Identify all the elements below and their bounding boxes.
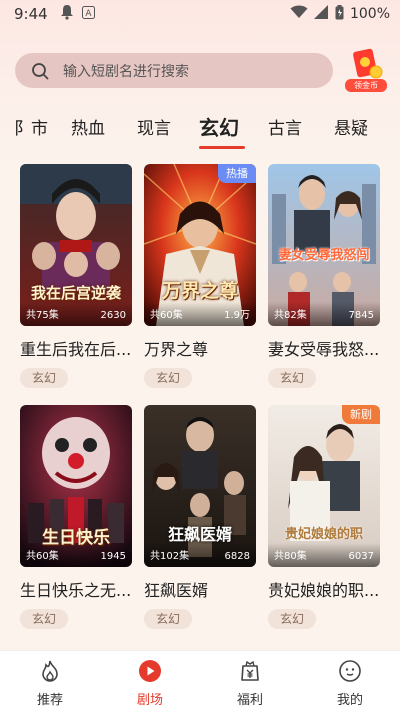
- genre-tag: 玄幻: [20, 368, 68, 388]
- poster-title-text: 妻女受辱我怒闯: [278, 248, 370, 263]
- drama-title[interactable]: 生日快乐之无...: [20, 577, 132, 601]
- poster-image[interactable]: 狂飙医婿 共102集 6828: [144, 405, 256, 567]
- drama-title[interactable]: 狂飙医婿: [144, 577, 256, 601]
- genre-tag: 玄幻: [20, 609, 68, 629]
- notification-icon: [60, 4, 74, 24]
- red-envelope-icon: [353, 48, 383, 79]
- play-icon: [139, 660, 161, 682]
- nav-theater[interactable]: 剧场: [100, 651, 200, 711]
- signal-icon: [313, 5, 329, 23]
- active-tab-indicator: [199, 146, 245, 149]
- poster-image[interactable]: 生日快乐 共60集 1945: [20, 405, 132, 567]
- view-count: 6037: [348, 551, 374, 562]
- episode-count: 共102集: [150, 551, 190, 562]
- tab-xianyan[interactable]: 现言: [137, 114, 171, 139]
- bottom-navigation: 推荐 剧场 福利 我的: [0, 650, 400, 711]
- new-badge: 新剧: [342, 405, 380, 424]
- drama-card[interactable]: 生日快乐 共60集 1945 生日快乐之无... 玄幻: [20, 405, 132, 629]
- drama-card[interactable]: 新剧 贵妃娘娘的职 共80集 6037 贵妃娘娘的职... 玄幻: [268, 405, 380, 629]
- nav-welfare[interactable]: 福利: [200, 651, 300, 711]
- episode-count: 共60集: [150, 310, 183, 321]
- nav-label: 剧场: [136, 693, 163, 708]
- profile-icon: [339, 660, 361, 682]
- poster-title-text: 狂飙医婿: [167, 525, 232, 544]
- drama-title[interactable]: 重生后我在后...: [20, 336, 132, 360]
- search-placeholder: 输入短剧名进行搜索: [63, 63, 189, 80]
- poster-image[interactable]: 热播 万界之尊 共60集 1.9万: [144, 164, 256, 326]
- hot-badge: 热播: [218, 164, 256, 183]
- poster-title-text: 贵妃娘娘的职: [284, 527, 363, 542]
- poster-image[interactable]: 新剧 贵妃娘娘的职 共80集 6037: [268, 405, 380, 567]
- drama-card[interactable]: 热播 万界之尊 共60集 1.9万 万界之尊 玄幻: [144, 164, 256, 388]
- app-a-icon: A: [81, 5, 95, 23]
- episode-count: 共60集: [26, 551, 59, 562]
- drama-title[interactable]: 贵妃娘娘的职...: [268, 577, 380, 601]
- tab-guyan[interactable]: 古言: [268, 114, 302, 139]
- genre-tag: 玄幻: [268, 368, 316, 388]
- episode-count: 共75集: [26, 310, 59, 321]
- search-icon: [32, 62, 49, 79]
- episode-count: 共82集: [274, 310, 307, 321]
- poster-title-text: 我在后宫逆袭: [30, 284, 121, 302]
- nav-label: 我的: [336, 693, 363, 708]
- genre-tag: 玄幻: [268, 609, 316, 629]
- view-count: 2630: [100, 310, 126, 321]
- poster-title-text: 万界之尊: [161, 280, 238, 302]
- gift-yen-icon: [241, 660, 259, 681]
- drama-card[interactable]: 妻女受辱我怒闯 共82集 7845 妻女受辱我怒... 玄幻: [268, 164, 380, 388]
- drama-title[interactable]: 妻女受辱我怒...: [268, 336, 380, 360]
- nav-profile[interactable]: 我的: [300, 651, 400, 711]
- genre-tag: 玄幻: [144, 609, 192, 629]
- flame-icon: [42, 660, 58, 682]
- poster-image[interactable]: 妻女受辱我怒闯 共82集 7845: [268, 164, 380, 326]
- view-count: 6828: [224, 551, 250, 562]
- drama-card[interactable]: 狂飙医婿 共102集 6828 狂飙医婿 玄幻: [144, 405, 256, 629]
- tab-dushi[interactable]: 阝市: [14, 114, 48, 139]
- status-time: 9:44: [14, 5, 48, 23]
- wifi-icon: [290, 5, 308, 23]
- drama-card[interactable]: 我在后宫逆袭 共75集 2630 重生后我在后... 玄幻: [20, 164, 132, 388]
- view-count: 1.9万: [224, 310, 250, 321]
- genre-tag: 玄幻: [144, 368, 192, 388]
- drama-title[interactable]: 万界之尊: [144, 336, 256, 360]
- svg-text:A: A: [85, 9, 92, 19]
- coin-label: 领金币: [345, 79, 387, 92]
- status-bar: 9:44 A 100%: [0, 0, 400, 28]
- battery-icon: [335, 4, 344, 24]
- episode-count: 共80集: [274, 551, 307, 562]
- coin-reward-button[interactable]: 领金币: [345, 48, 387, 92]
- view-count: 1945: [100, 551, 126, 562]
- tab-rexue[interactable]: 热血: [71, 114, 105, 139]
- nav-recommend[interactable]: 推荐: [0, 651, 100, 711]
- nav-label: 福利: [236, 693, 263, 708]
- view-count: 7845: [348, 310, 374, 321]
- search-bar[interactable]: 输入短剧名进行搜索: [15, 53, 333, 88]
- category-tabs: 阝市 热血 现言 玄幻 古言 悬疑: [0, 104, 400, 149]
- poster-image[interactable]: 我在后宫逆袭 共75集 2630: [20, 164, 132, 326]
- tab-xuanyi[interactable]: 悬疑: [334, 114, 368, 139]
- battery-level: 100%: [349, 6, 390, 22]
- nav-label: 推荐: [36, 693, 63, 708]
- tab-xuanhuan[interactable]: 玄幻: [199, 112, 239, 141]
